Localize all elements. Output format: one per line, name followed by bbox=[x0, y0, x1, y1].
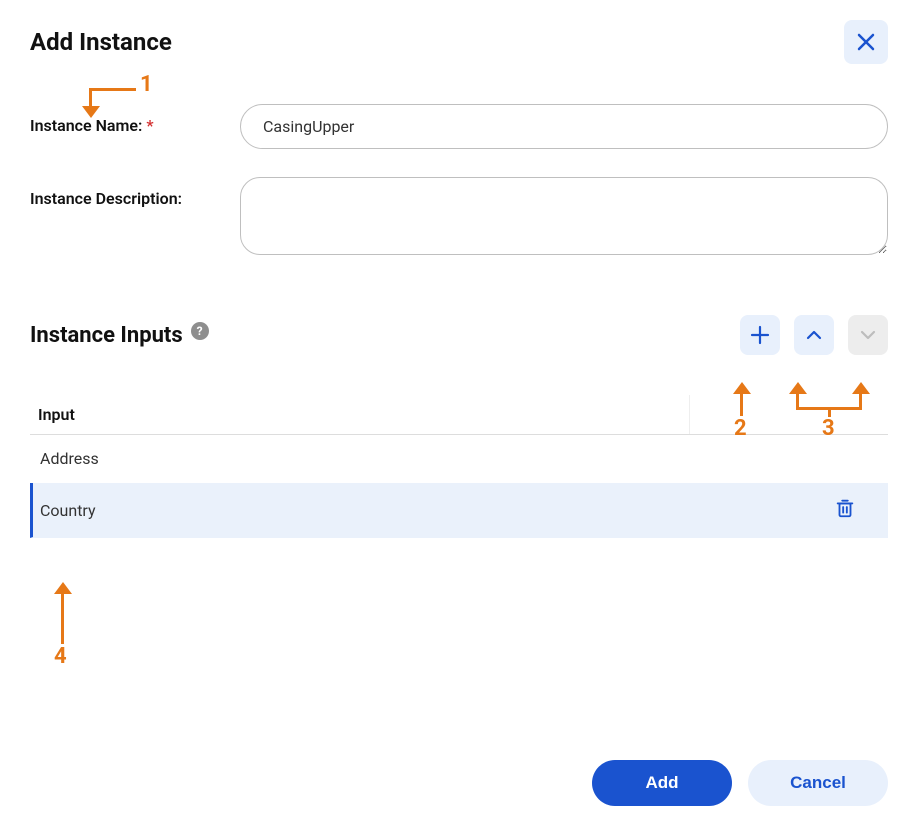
instance-name-label: Instance Name: * bbox=[30, 104, 240, 135]
delete-input-button[interactable] bbox=[834, 497, 856, 523]
annotation-number-4: 4 bbox=[54, 644, 67, 669]
close-icon bbox=[856, 32, 876, 52]
input-row[interactable]: Country bbox=[30, 483, 888, 538]
trash-icon bbox=[834, 497, 856, 519]
add-input-button[interactable] bbox=[740, 315, 780, 355]
input-row-label: Country bbox=[40, 501, 96, 520]
instance-desc-input[interactable] bbox=[240, 177, 888, 255]
annotation-number-1: 1 bbox=[140, 72, 153, 97]
input-row[interactable]: Address bbox=[30, 435, 888, 483]
chevron-down-icon bbox=[860, 327, 876, 343]
input-row-label: Address bbox=[40, 449, 99, 468]
move-down-button[interactable] bbox=[848, 315, 888, 355]
instance-desc-label: Instance Description: bbox=[30, 177, 240, 208]
instance-name-input[interactable] bbox=[240, 104, 888, 149]
add-button[interactable]: Add bbox=[592, 760, 732, 806]
chevron-up-icon bbox=[806, 327, 822, 343]
move-up-button[interactable] bbox=[794, 315, 834, 355]
cancel-button[interactable]: Cancel bbox=[748, 760, 888, 806]
close-button[interactable] bbox=[844, 20, 888, 64]
inputs-column-header: Input bbox=[30, 395, 888, 435]
help-icon[interactable]: ? bbox=[191, 322, 209, 340]
dialog-title: Add Instance bbox=[30, 28, 172, 56]
plus-icon bbox=[750, 325, 770, 345]
inputs-section-title: Instance Inputs bbox=[30, 323, 183, 348]
